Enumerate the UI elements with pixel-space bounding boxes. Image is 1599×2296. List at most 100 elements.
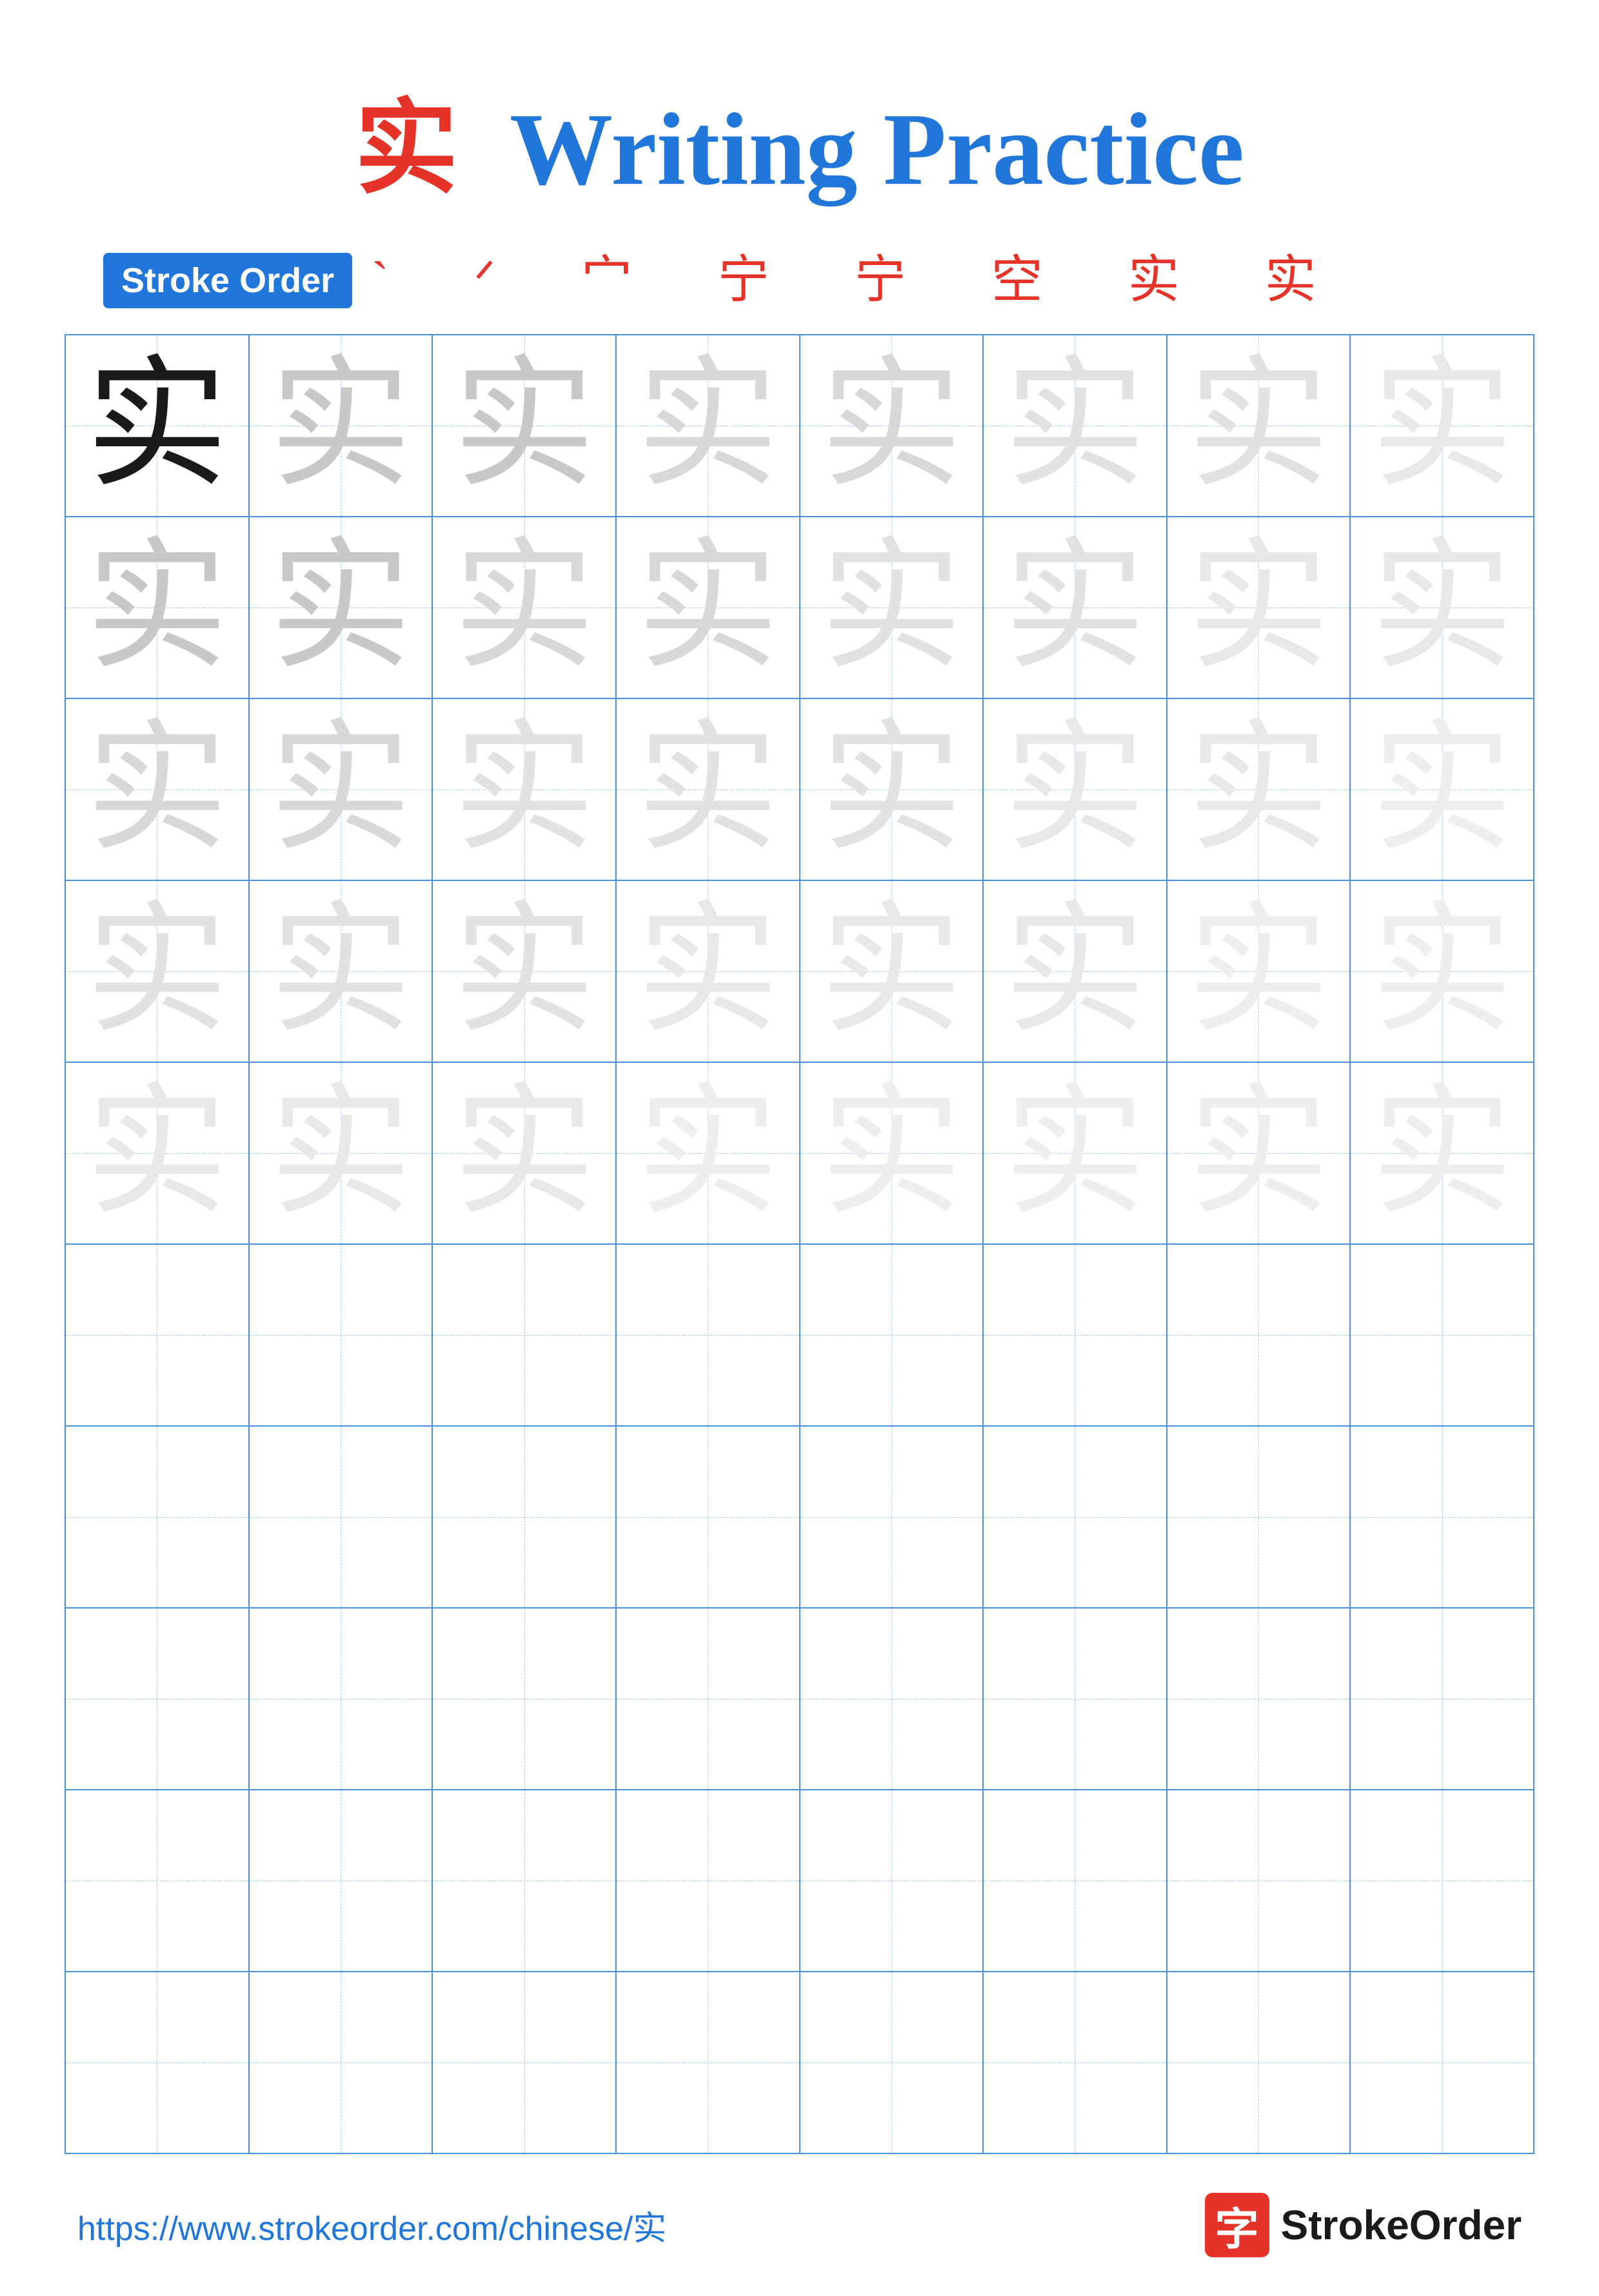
grid-cell[interactable] xyxy=(1351,1608,1533,1789)
grid-cell[interactable] xyxy=(433,1608,617,1789)
practice-char: 实 xyxy=(637,718,779,860)
grid-cell[interactable]: 实 xyxy=(433,881,617,1062)
grid-row-empty xyxy=(66,1608,1533,1790)
grid-cell[interactable] xyxy=(617,1972,800,2153)
grid-cell[interactable] xyxy=(617,1427,800,1607)
grid-cell[interactable] xyxy=(1167,1245,1351,1425)
grid-cell[interactable] xyxy=(800,1790,984,1971)
grid-cell[interactable]: 实 xyxy=(66,335,250,516)
grid-cell[interactable] xyxy=(800,1608,984,1789)
grid-cell[interactable]: 实 xyxy=(617,517,800,698)
grid-cell[interactable]: 实 xyxy=(1167,517,1351,698)
grid-cell[interactable]: 实 xyxy=(617,335,800,516)
grid-cell[interactable] xyxy=(800,1972,984,2153)
grid-cell[interactable]: 实 xyxy=(617,881,800,1062)
grid-cell[interactable]: 实 xyxy=(800,1063,984,1243)
grid-cell[interactable] xyxy=(250,1427,433,1607)
title-section: 实 Writing Practice xyxy=(65,64,1534,214)
grid-cell[interactable]: 实 xyxy=(1351,335,1533,516)
grid-cell[interactable] xyxy=(1351,1972,1533,2153)
practice-char: 实 xyxy=(1371,537,1513,678)
grid-cell[interactable]: 实 xyxy=(433,1063,617,1243)
grid-cell[interactable]: 实 xyxy=(66,517,250,698)
grid-cell[interactable]: 实 xyxy=(66,881,250,1062)
stroke-order-section: Stroke Order ` ᐟ 宀 宁 宁 空 实 实 xyxy=(65,253,1534,308)
title-english: Writing Practice xyxy=(510,92,1244,206)
grid-cell[interactable]: 实 xyxy=(66,699,250,880)
grid-cell[interactable]: 实 xyxy=(250,881,433,1062)
grid-cell[interactable] xyxy=(1167,1790,1351,1971)
grid-cell[interactable] xyxy=(984,1790,1167,1971)
practice-char: 实 xyxy=(637,537,779,678)
grid-cell[interactable]: 实 xyxy=(1351,881,1533,1062)
grid-cell[interactable]: 实 xyxy=(984,699,1167,880)
grid-cell[interactable] xyxy=(433,1245,617,1425)
grid-cell[interactable] xyxy=(617,1245,800,1425)
grid-row-empty xyxy=(66,1790,1533,1972)
grid-cell[interactable] xyxy=(984,1608,1167,1789)
grid-cell[interactable] xyxy=(617,1790,800,1971)
grid-cell[interactable] xyxy=(250,1245,433,1425)
grid-cell[interactable]: 实 xyxy=(984,517,1167,698)
grid-cell[interactable] xyxy=(66,1245,250,1425)
practice-char: 实 xyxy=(86,900,228,1042)
grid-cell[interactable] xyxy=(617,1608,800,1789)
grid-cell[interactable]: 实 xyxy=(66,1063,250,1243)
grid-cell[interactable] xyxy=(250,1608,433,1789)
grid-cell[interactable] xyxy=(66,1790,250,1971)
grid-cell[interactable] xyxy=(66,1972,250,2153)
practice-char: 实 xyxy=(86,355,228,497)
grid-cell[interactable] xyxy=(433,1427,617,1607)
grid-cell[interactable]: 实 xyxy=(1351,699,1533,880)
grid-cell[interactable] xyxy=(800,1427,984,1607)
practice-char: 实 xyxy=(820,900,962,1042)
grid-cell[interactable]: 实 xyxy=(984,881,1167,1062)
grid-cell[interactable]: 实 xyxy=(800,881,984,1062)
grid-cell[interactable]: 实 xyxy=(984,1063,1167,1243)
grid-cell[interactable] xyxy=(250,1790,433,1971)
practice-char: 实 xyxy=(637,355,779,497)
practice-char: 实 xyxy=(453,537,595,678)
grid-cell[interactable]: 实 xyxy=(984,335,1167,516)
grid-cell[interactable] xyxy=(250,1972,433,2153)
practice-char: 实 xyxy=(453,355,595,497)
grid-cell[interactable] xyxy=(800,1245,984,1425)
grid-cell[interactable] xyxy=(66,1608,250,1789)
grid-cell[interactable] xyxy=(433,1790,617,1971)
grid-cell[interactable]: 实 xyxy=(1167,1063,1351,1243)
grid-cell[interactable]: 实 xyxy=(617,699,800,880)
practice-char: 实 xyxy=(270,1082,412,1224)
grid-cell[interactable] xyxy=(1167,1972,1351,2153)
grid-cell[interactable]: 实 xyxy=(433,335,617,516)
grid-cell[interactable]: 实 xyxy=(1351,1063,1533,1243)
practice-char: 实 xyxy=(1187,355,1329,497)
grid-cell[interactable] xyxy=(1351,1245,1533,1425)
grid-cell[interactable]: 实 xyxy=(250,1063,433,1243)
grid-cell[interactable]: 实 xyxy=(433,517,617,698)
grid-cell[interactable] xyxy=(984,1972,1167,2153)
grid-cell[interactable]: 实 xyxy=(1351,517,1533,698)
grid-cell[interactable]: 实 xyxy=(250,699,433,880)
grid-cell[interactable]: 实 xyxy=(1167,881,1351,1062)
grid-cell[interactable]: 实 xyxy=(1167,699,1351,880)
grid-cell[interactable]: 实 xyxy=(800,335,984,516)
grid-cell[interactable]: 实 xyxy=(800,699,984,880)
grid-cell[interactable] xyxy=(1351,1427,1533,1607)
grid-cell[interactable] xyxy=(66,1427,250,1607)
grid-cell[interactable] xyxy=(984,1245,1167,1425)
grid-cell[interactable]: 实 xyxy=(1167,335,1351,516)
practice-char: 实 xyxy=(270,718,412,860)
grid-cell[interactable]: 实 xyxy=(433,699,617,880)
grid-cell[interactable] xyxy=(433,1972,617,2153)
grid-cell[interactable]: 实 xyxy=(250,517,433,698)
footer-url: https://www.strokeorder.com/chinese/实 xyxy=(77,2201,666,2250)
grid-cell[interactable] xyxy=(1167,1427,1351,1607)
grid-cell[interactable]: 实 xyxy=(617,1063,800,1243)
grid-cell[interactable] xyxy=(984,1427,1167,1607)
grid-cell[interactable] xyxy=(1351,1790,1533,1971)
brand-name: StrokeOrder xyxy=(1281,2201,1522,2249)
practice-char: 实 xyxy=(270,537,412,678)
grid-cell[interactable]: 实 xyxy=(800,517,984,698)
grid-cell[interactable] xyxy=(1167,1608,1351,1789)
grid-cell[interactable]: 实 xyxy=(250,335,433,516)
